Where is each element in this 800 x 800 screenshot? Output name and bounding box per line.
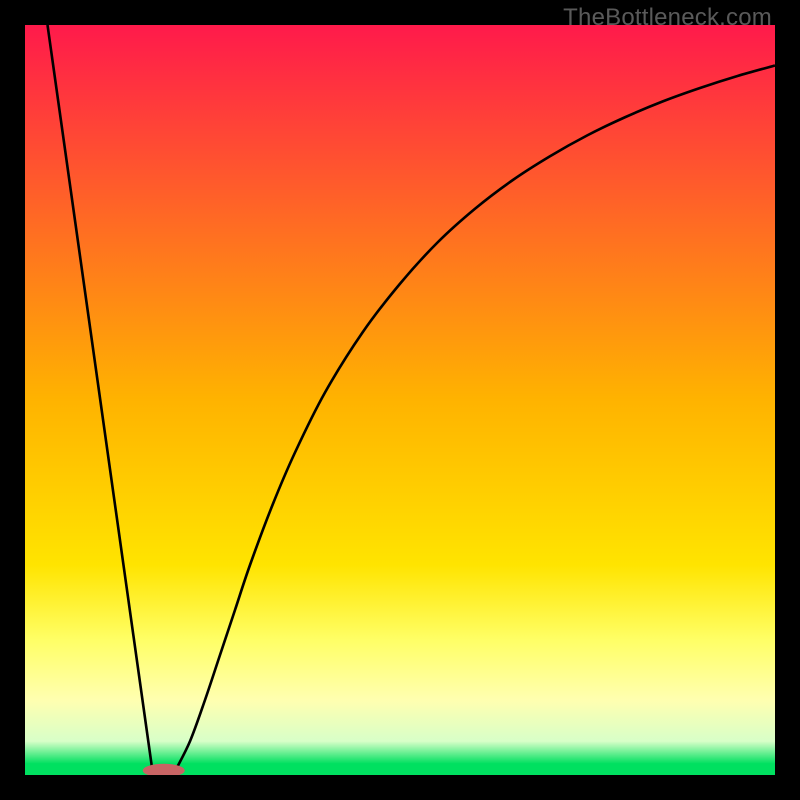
- chart-frame: TheBottleneck.com: [0, 0, 800, 800]
- bottleneck-chart: [25, 25, 775, 775]
